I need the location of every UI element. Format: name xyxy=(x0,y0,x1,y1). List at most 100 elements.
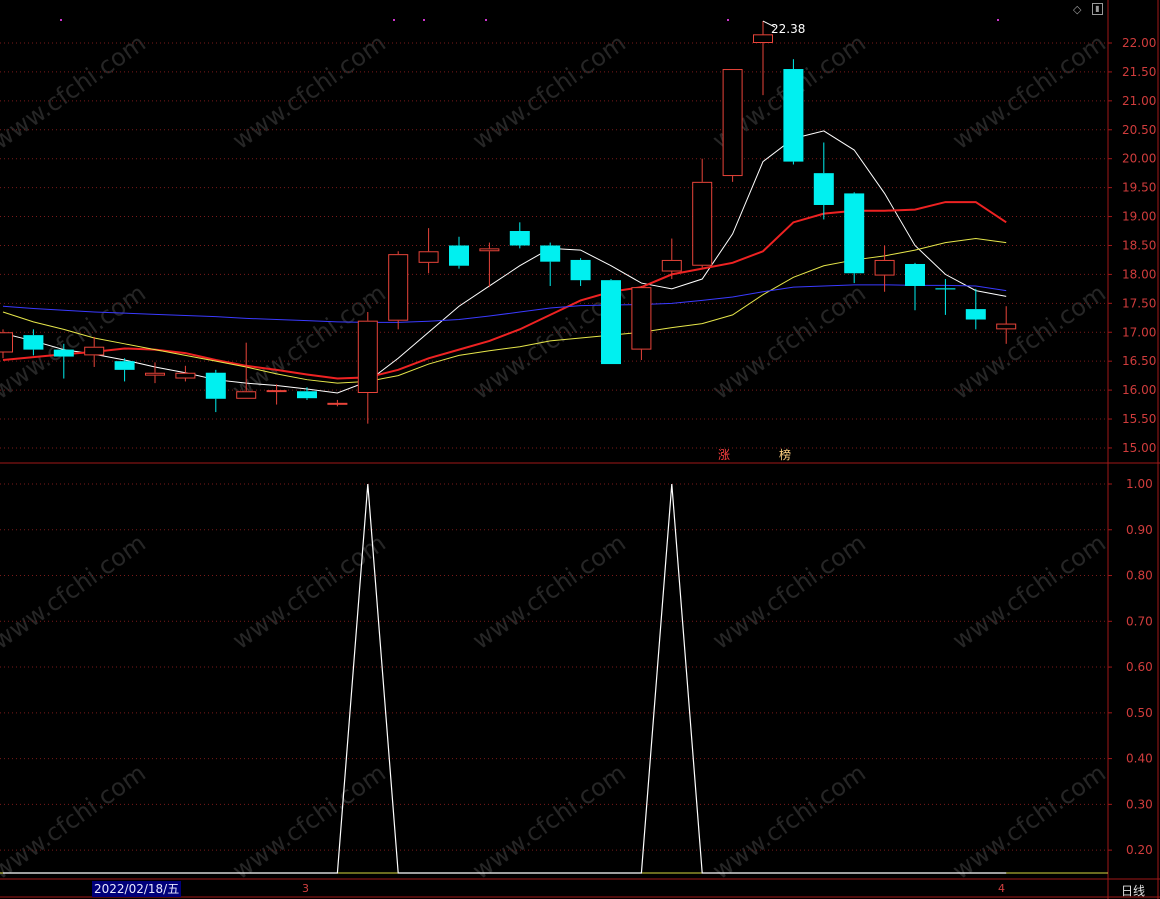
candle xyxy=(479,242,500,288)
diamond-icon[interactable]: ◇ xyxy=(1073,3,1081,16)
candle-body xyxy=(418,251,439,263)
candle xyxy=(844,192,865,284)
candle-body xyxy=(23,335,44,350)
candle-body xyxy=(722,69,743,177)
y-tick-label: 0.90 xyxy=(1126,523,1153,537)
y-tick-label: 17.00 xyxy=(1122,325,1156,339)
panel-toggle-icon[interactable]: ▮ xyxy=(1092,3,1103,15)
candle xyxy=(813,142,834,220)
bang-marker: 榜 xyxy=(779,447,791,462)
y-tick-label: 21.00 xyxy=(1122,94,1156,108)
watermark-text: www.cfchi.com xyxy=(707,279,870,405)
candle xyxy=(570,258,591,286)
top-event-dot xyxy=(60,19,62,21)
watermark-text: www.cfchi.com xyxy=(947,279,1110,405)
candle xyxy=(205,369,226,413)
candle-body xyxy=(783,69,804,162)
y-tick-label: 0.30 xyxy=(1126,797,1153,811)
y-tick-label: 0.70 xyxy=(1126,614,1153,628)
candle-body xyxy=(813,173,834,205)
y-tick-label: 0.40 xyxy=(1126,752,1153,766)
y-tick-label: 1.00 xyxy=(1126,477,1153,491)
watermark-text: www.cfchi.com xyxy=(0,759,151,885)
candle xyxy=(0,329,13,359)
watermark-layer: www.cfchi.com www.cfchi.com www.cfchi.com w… xyxy=(0,29,1111,885)
cursor-date-label: 2022/02/18/五 xyxy=(92,881,182,897)
candle xyxy=(509,222,530,249)
candle-body xyxy=(661,259,682,272)
y-tick-label: 16.00 xyxy=(1122,383,1156,397)
top-event-dot xyxy=(485,19,487,21)
candle-body xyxy=(965,309,986,320)
watermark-text: www.cfchi.com xyxy=(467,759,630,885)
candle-body xyxy=(874,259,895,276)
candle-body xyxy=(996,323,1017,330)
candle xyxy=(327,399,348,407)
watermark-text: www.cfchi.com xyxy=(227,29,390,155)
candle-body xyxy=(692,181,713,266)
y-tick-label: 15.00 xyxy=(1122,441,1156,455)
candle-body xyxy=(905,263,925,286)
x-month-label-3: 3 xyxy=(302,882,309,895)
top-event-dot xyxy=(727,19,729,21)
candle xyxy=(753,21,773,96)
candle-body xyxy=(570,259,591,281)
y-tick-label: 21.50 xyxy=(1122,65,1156,79)
period-selector[interactable]: 日线 xyxy=(1121,882,1145,899)
candle-body xyxy=(935,288,956,290)
watermark-text: www.cfchi.com xyxy=(707,759,870,885)
watermark-text: www.cfchi.com xyxy=(707,529,870,655)
top-event-dot xyxy=(393,19,395,21)
y-tick-label: 16.50 xyxy=(1122,354,1156,368)
candle xyxy=(297,387,317,400)
watermark-text: www.cfchi.com xyxy=(0,279,151,405)
candle-body xyxy=(540,245,561,262)
candle-body xyxy=(53,349,74,357)
y-tick-label: 22.00 xyxy=(1122,36,1156,50)
candle-body xyxy=(509,231,530,246)
watermark-text: www.cfchi.com xyxy=(947,759,1110,885)
candle-body xyxy=(753,34,773,43)
candle-body xyxy=(145,372,165,376)
candle-body xyxy=(631,287,652,350)
grid-layer xyxy=(0,42,1108,851)
candle xyxy=(631,285,652,361)
watermark-text: www.cfchi.com xyxy=(467,29,630,155)
candle xyxy=(388,251,409,330)
x-month-label-4: 4 xyxy=(998,882,1005,895)
candle xyxy=(357,312,378,424)
y-tick-label: 19.00 xyxy=(1122,210,1156,224)
candle-body xyxy=(297,391,317,399)
watermark-text: www.cfchi.com xyxy=(227,759,390,885)
candle xyxy=(601,279,621,365)
candle-body xyxy=(844,193,865,274)
candle-body xyxy=(205,372,226,399)
y-tick-label: 18.00 xyxy=(1122,267,1156,281)
candle-body xyxy=(449,245,469,266)
candle xyxy=(783,59,804,165)
watermark-text: www.cfchi.com xyxy=(0,529,151,655)
y-tick-label: 0.20 xyxy=(1126,843,1153,857)
candle xyxy=(449,236,469,269)
candle-body xyxy=(0,332,13,353)
candle-body xyxy=(327,402,348,405)
y-tick-label: 19.50 xyxy=(1122,181,1156,195)
y-tick-label: 20.50 xyxy=(1122,123,1156,137)
y-tick-label: 0.50 xyxy=(1126,706,1153,720)
candle xyxy=(540,242,561,286)
candle xyxy=(722,69,743,182)
candle xyxy=(175,365,196,382)
high-price-label: 22.38 xyxy=(771,22,805,36)
y-tick-label: 20.00 xyxy=(1122,152,1156,166)
candle-body xyxy=(114,361,135,370)
y-tick-label: 17.50 xyxy=(1122,296,1156,310)
candle xyxy=(692,158,713,268)
candle xyxy=(965,288,986,330)
candle-body xyxy=(236,391,257,399)
y-tick-label: 0.80 xyxy=(1126,569,1153,583)
top-event-dot xyxy=(423,19,425,21)
zhang-marker: 涨 xyxy=(718,447,730,462)
candle-body xyxy=(479,248,500,252)
candle xyxy=(266,384,287,405)
y-axis-ticks: 22.00 21.50 21.00 20.50 20.00 19.50 19.00 18.50… xyxy=(1108,36,1156,857)
